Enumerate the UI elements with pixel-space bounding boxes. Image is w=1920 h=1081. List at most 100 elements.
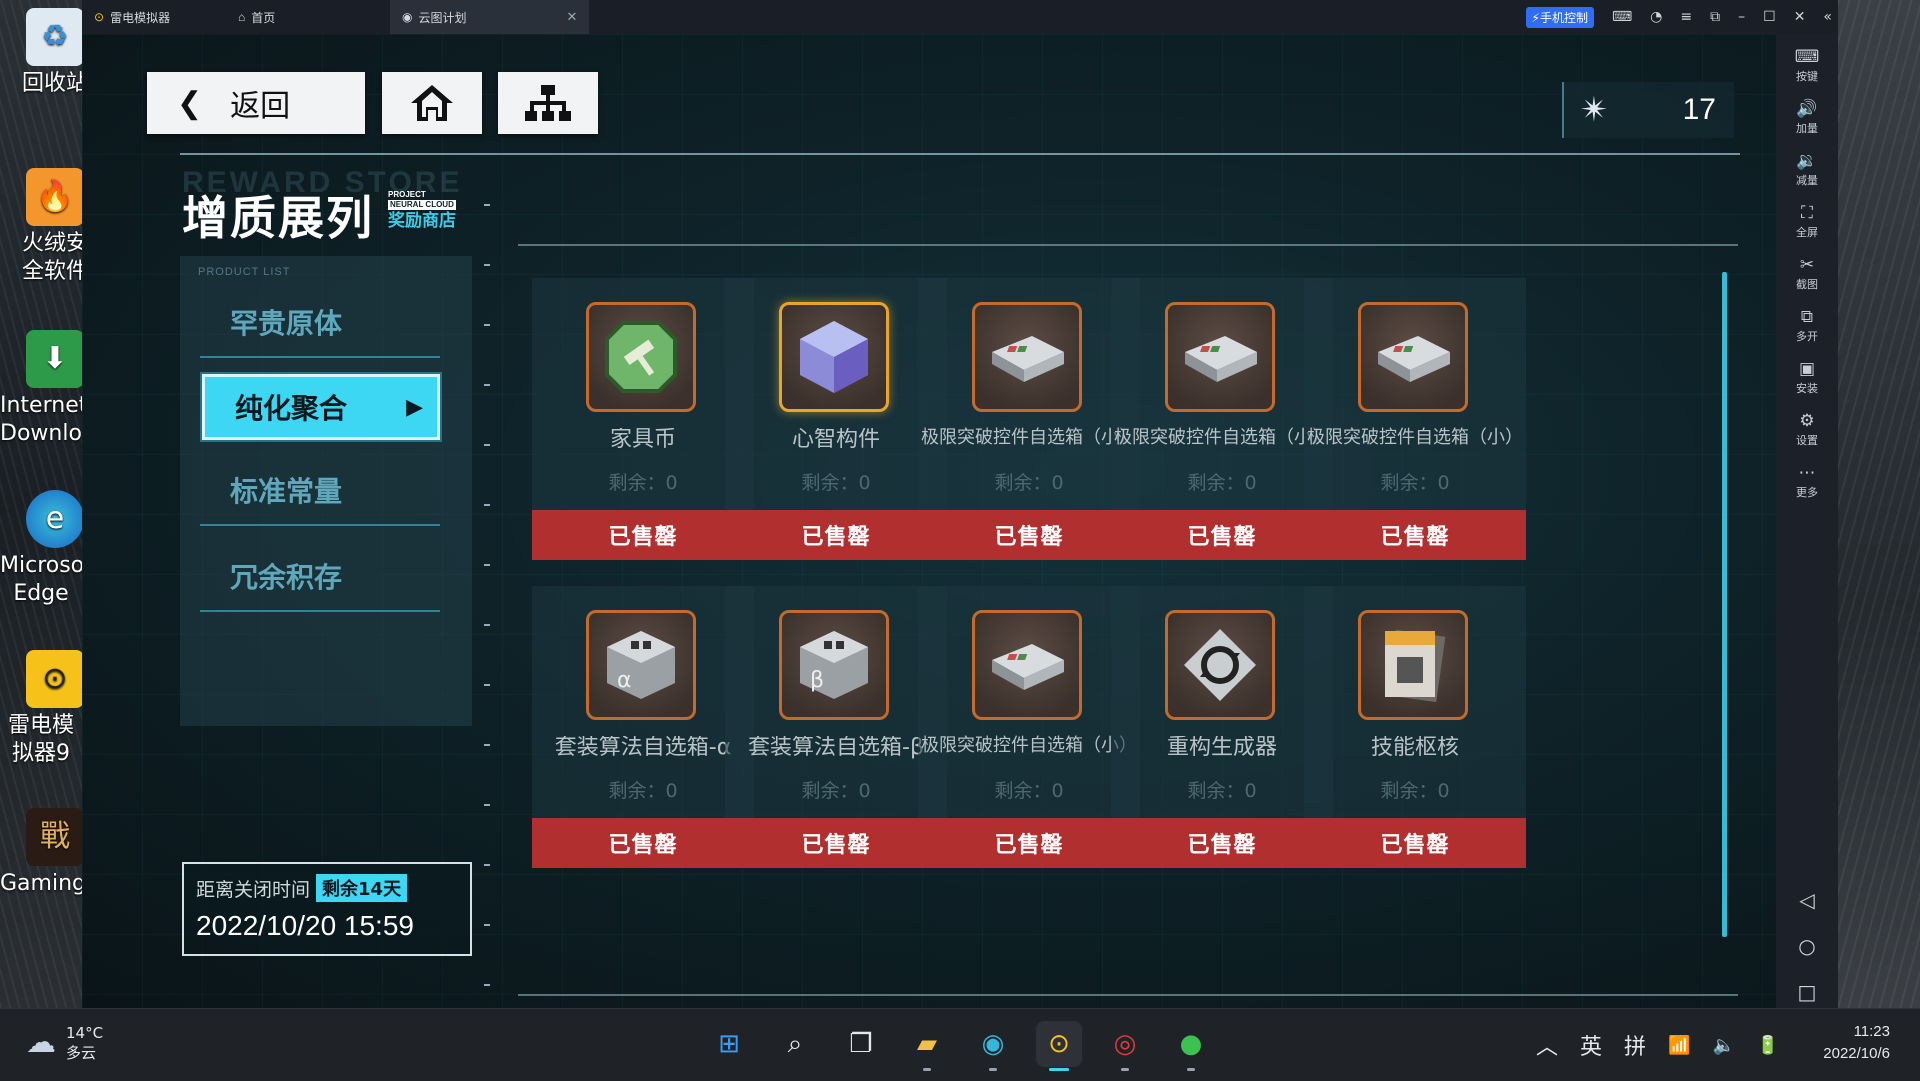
recents-square-icon[interactable]: □ [1798, 980, 1817, 1004]
item-remaining: 剩余：0 [1187, 472, 1257, 494]
folder-icon: ▰ [917, 1029, 937, 1059]
netease-music-button[interactable]: ◎ [1102, 1021, 1148, 1071]
settings-button[interactable]: ⚙ 设置 [1776, 410, 1838, 448]
speaker-icon[interactable]: 🔈 [1712, 1035, 1734, 1056]
task-view-button[interactable]: ❐ [838, 1021, 884, 1067]
multi-instance-button[interactable]: ⧉ 多开 [1776, 306, 1838, 344]
search-button[interactable]: ⌕ [772, 1021, 818, 1067]
edge-button[interactable]: ◉ [970, 1021, 1016, 1071]
desktop-icon-label: 雷电模拟器9 [7, 713, 74, 766]
shop-item[interactable]: α 套装算法自选箱-α 剩余：0 已售罄 [532, 586, 754, 868]
sold-out-button[interactable]: 已售罄 [918, 510, 1140, 560]
shop-item[interactable]: β 套装算法自选箱-β 剩余：0 已售罄 [725, 586, 947, 868]
sold-out-button[interactable]: 已售罄 [918, 818, 1140, 868]
item-name: 心智构件 [791, 428, 880, 452]
menu-icon[interactable]: ≡ [1680, 9, 1692, 25]
reconstruct-generator-icon [1165, 610, 1275, 720]
edge-icon: e [26, 490, 84, 548]
sold-out-button[interactable]: 已售罄 [725, 510, 947, 560]
wechat-icon: ● [1179, 1029, 1203, 1059]
emulator-window: ⊙ 雷电模拟器 ⌂ 首页 ◉ 云图计划 ✕ ⚡手机控制 ⌨ ◔ ≡ ⧉ – ☐ … [82, 0, 1838, 1020]
battery-icon[interactable]: 🔋 [1757, 1035, 1779, 1056]
temperature: 14°C [66, 1024, 104, 1042]
home-button[interactable] [382, 72, 482, 134]
category-standard-constant[interactable]: 标准常量 [200, 456, 440, 526]
item-remaining: 剩余：0 [801, 780, 871, 802]
file-explorer-button[interactable]: ▰ [904, 1021, 950, 1071]
keymap-button[interactable]: ⌨ 按键 [1776, 46, 1838, 84]
taskbar: ☁ 14°C 多云 ⊞ ⌕ ❐ ▰ ◉ ⊙ ◎ ● ︿ 英 拼 📶 🔈 🔋 11:… [0, 1008, 1920, 1081]
shop-item[interactable]: 极限突破控件自选箱（小） 剩余：0 已售罄 [918, 586, 1140, 868]
close-tab-icon[interactable]: ✕ [567, 9, 578, 25]
category-rare-prototype[interactable]: 罕贵原体 [200, 288, 440, 358]
close-icon[interactable]: ✕ [1794, 9, 1806, 25]
shop-item[interactable]: 心智构件 剩余：0 已售罄 [725, 278, 947, 560]
system-clock[interactable]: 11:23 2022/10/6 [1823, 1021, 1890, 1065]
weather-widget[interactable]: ☁ 14°C 多云 [26, 1023, 103, 1063]
shop-item[interactable]: 极限突破控件自选箱（小） 剩余：0 已售罄 [918, 278, 1140, 560]
tab-cloud-plan[interactable]: ◉ 云图计划 ✕ [390, 0, 590, 34]
sold-out-button[interactable]: 已售罄 [725, 818, 947, 868]
chevron-up-icon[interactable]: ︿ [1536, 1029, 1558, 1061]
tab-label: 首页 [251, 10, 276, 25]
item-grid: 家具币 剩余：0 已售罄 心智构件 剩余：0 已售罄 极限突破控件自选箱（小） … [518, 244, 1738, 996]
multi-instance-icon: ⧉ [1800, 307, 1814, 327]
ldplayer-button[interactable]: ⊙ [1036, 1021, 1082, 1071]
minimize-icon[interactable]: – [1738, 9, 1745, 25]
restore-icon[interactable]: ⧉ [1710, 9, 1720, 25]
shop-item[interactable]: 重构生成器 剩余：0 已售罄 [1111, 586, 1333, 868]
wifi-icon[interactable]: 📶 [1668, 1035, 1690, 1056]
item-name: 极限突破控件自选箱（小） [921, 735, 1137, 756]
structure-button[interactable] [498, 72, 598, 134]
home-circle-icon[interactable]: ○ [1798, 934, 1815, 958]
maximize-icon[interactable]: ☐ [1763, 9, 1776, 25]
desktop-icon-label: Microsoft Edge [0, 553, 82, 606]
collapse-sidebar-icon[interactable]: « [1823, 9, 1832, 25]
home-icon: ⌂ [238, 10, 246, 24]
page-title: 增质展列 [182, 191, 374, 245]
user-icon[interactable]: ◔ [1650, 9, 1662, 25]
ime-language[interactable]: 英 [1580, 1029, 1602, 1061]
shop-item[interactable]: 家具币 剩余：0 已售罄 [532, 278, 754, 560]
ime-mode[interactable]: 拼 [1624, 1029, 1646, 1061]
item-scrollbar[interactable] [1722, 272, 1727, 937]
shop-item[interactable]: 技能枢核 剩余：0 已售罄 [1304, 586, 1526, 868]
desktop-icon-label: 回收站 [21, 71, 88, 96]
phone-control-button[interactable]: ⚡手机控制 [1525, 6, 1594, 28]
sold-out-button[interactable]: 已售罄 [1111, 818, 1333, 868]
sold-out-button[interactable]: 已售罄 [532, 818, 754, 868]
settings-icon: ⚙ [1799, 411, 1815, 431]
screenshot-button[interactable]: ✂ 截图 [1776, 254, 1838, 292]
more-button[interactable]: ⋯ 更多 [1776, 462, 1838, 500]
tab-ldplayer[interactable]: ⊙ 雷电模拟器 [82, 0, 226, 34]
volume-up-button[interactable]: 🔊 加量 [1776, 98, 1838, 136]
ldplayer-icon: ⊙ [1048, 1029, 1070, 1059]
category-purified-polymer[interactable]: 纯化聚合 ▶ [202, 374, 440, 440]
tab-home[interactable]: ⌂ 首页 [226, 0, 390, 34]
sold-out-button[interactable]: 已售罄 [1111, 510, 1333, 560]
item-name: 家具币 [609, 428, 676, 452]
back-triangle-icon[interactable]: ◁ [1799, 888, 1814, 912]
install-apk-button[interactable]: ▣ 安装 [1776, 358, 1838, 396]
apk-install-icon: ▣ [1798, 359, 1816, 379]
fullscreen-button[interactable]: ⛶ 全屏 [1776, 202, 1838, 240]
back-button[interactable]: ❮ 返回 [147, 72, 365, 134]
desktop-icon-label: Gaming [0, 871, 82, 896]
svg-text:α: α [617, 668, 632, 693]
emulator-titlebar: ⊙ 雷电模拟器 ⌂ 首页 ◉ 云图计划 ✕ ⚡手机控制 ⌨ ◔ ≡ ⧉ – ☐ … [82, 0, 1838, 34]
hierarchy-icon [525, 85, 571, 121]
wechat-button[interactable]: ● [1168, 1021, 1214, 1071]
start-button[interactable]: ⊞ [706, 1021, 752, 1067]
scissors-icon: ✂ [1799, 255, 1815, 275]
sold-out-button[interactable]: 已售罄 [1304, 818, 1526, 868]
volume-down-button[interactable]: 🔉 减量 [1776, 150, 1838, 188]
shop-item[interactable]: 极限突破控件自选箱（小） 剩余：0 已售罄 [1111, 278, 1333, 560]
gamepad-icon[interactable]: ⌨ [1612, 9, 1632, 25]
emulator-toolbar: ⌨ 按键 🔊 加量 🔉 减量 ⛶ 全屏 ✂ 截图 ⧉ 多开 ▣ 安装 ⚙ 设置 ⋯ 更多 ◁ ○ … [1776, 34, 1838, 1020]
sold-out-button[interactable]: 已售罄 [1304, 510, 1526, 560]
sold-out-button[interactable]: 已售罄 [532, 510, 754, 560]
category-header: PRODUCT LIST [198, 266, 291, 278]
shop-item[interactable]: 极限突破控件自选箱（小） 剩余：0 已售罄 [1304, 278, 1526, 560]
mind-cube-icon [779, 302, 889, 412]
category-redundant-stock[interactable]: 冗余积存 [200, 542, 440, 612]
